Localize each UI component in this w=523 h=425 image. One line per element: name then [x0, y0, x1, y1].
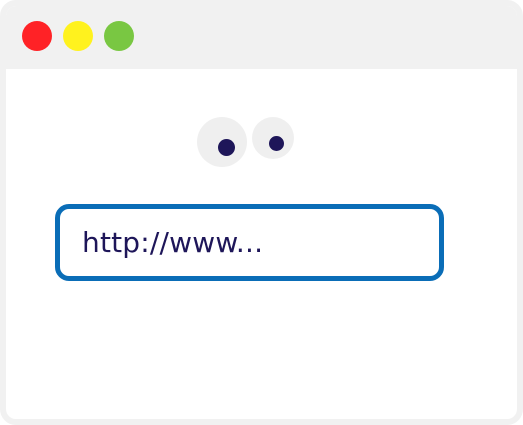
address-bar[interactable]: http://www...: [55, 204, 444, 281]
close-button[interactable]: [22, 21, 52, 51]
address-bar-text[interactable]: http://www...: [82, 226, 263, 259]
browser-window: http://www...: [0, 0, 523, 425]
title-bar: [6, 6, 517, 69]
maximize-button[interactable]: [104, 21, 134, 51]
left-pupil: [218, 139, 235, 156]
right-eye-icon: [252, 117, 294, 159]
right-pupil: [269, 136, 284, 151]
left-eye-icon: [197, 117, 247, 167]
minimize-button[interactable]: [63, 21, 93, 51]
